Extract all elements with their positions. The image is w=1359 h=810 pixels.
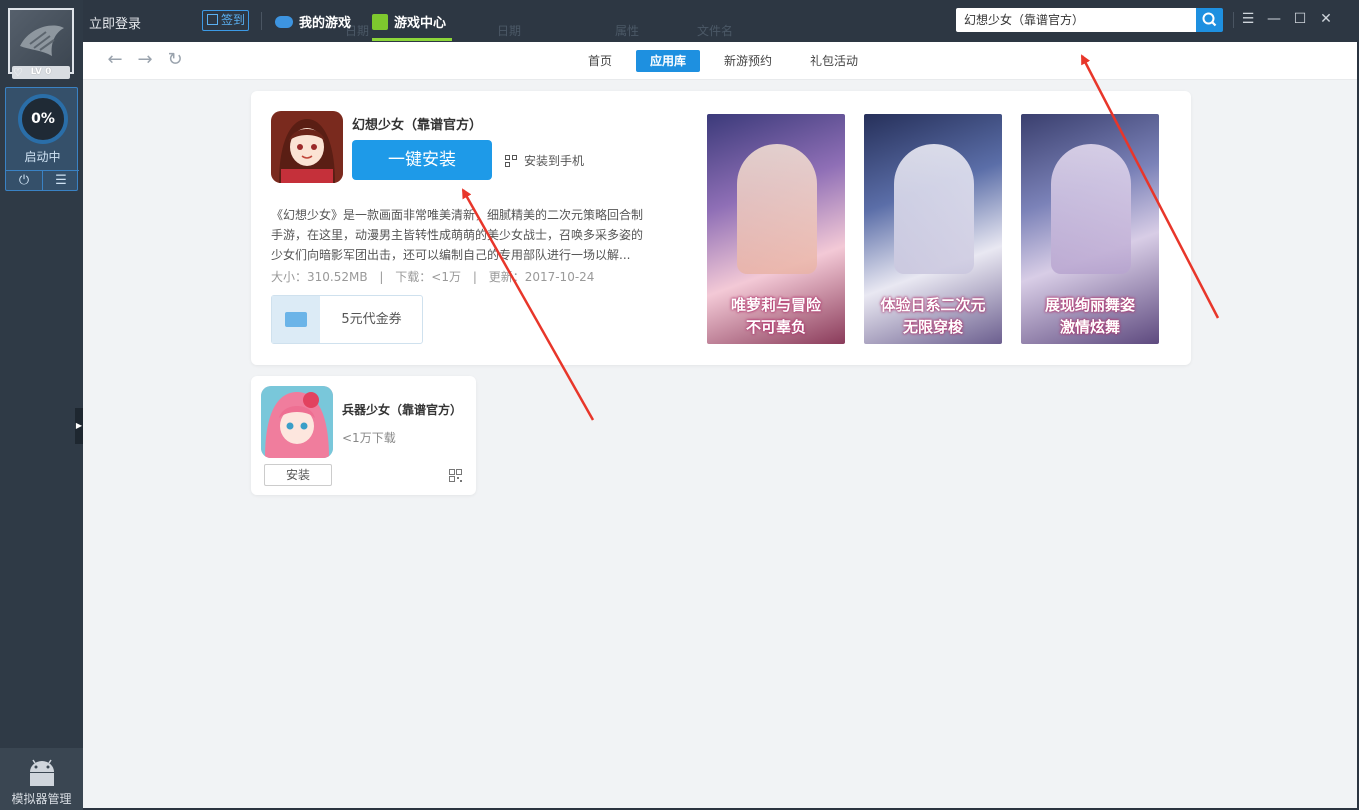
active-tab-indicator	[372, 38, 452, 41]
character-figure	[1051, 144, 1131, 274]
tab-home[interactable]: 首页	[574, 50, 626, 72]
content-area: ← → ↻ 首页 应用库 新游预约 礼包活动 幻想少女（靠谱官方） 一键安装 安…	[83, 42, 1357, 808]
nav-arrows: ← → ↻	[105, 51, 185, 71]
nav-tabs: 首页 应用库 新游预约 礼包活动	[574, 50, 872, 72]
app-description: 《幻想少女》是一款画面非常唯美清新，细腻精美的二次元策略回合制手游，在这里，动漫…	[271, 208, 644, 262]
login-link[interactable]: 立即登录	[89, 13, 141, 32]
divider	[1233, 12, 1234, 28]
app-icon[interactable]	[271, 111, 343, 183]
cube-icon	[372, 14, 388, 30]
related-app-downloads: <1万下载	[342, 431, 396, 445]
caption-line: 唯萝莉与冒险	[730, 296, 821, 314]
close-icon[interactable]: ✕	[1313, 10, 1339, 30]
screenshot-1[interactable]: 唯萝莉与冒险 不可辜负	[707, 114, 845, 344]
coupon-button[interactable]: 5元代金券	[271, 295, 423, 344]
tab-my-games-label: 我的游戏	[299, 16, 352, 31]
related-install-button[interactable]: 安装	[264, 464, 332, 486]
one-click-install-button[interactable]: 一键安装	[352, 140, 492, 180]
tab-gift-events[interactable]: 礼包活动	[796, 50, 872, 72]
related-app-icon[interactable]	[261, 386, 333, 458]
back-arrow-icon[interactable]: ←	[105, 51, 125, 71]
character-figure	[737, 144, 817, 274]
minimize-icon[interactable]: —	[1261, 10, 1287, 30]
avatar[interactable]	[8, 8, 74, 74]
boot-progress: 0%	[18, 94, 68, 144]
tab-game-center-label: 游戏中心	[394, 16, 447, 31]
qr-code-icon	[505, 155, 517, 167]
character-figure	[894, 144, 974, 274]
related-app-title: 兵器少女（靠谱官方）	[342, 403, 463, 417]
collapse-handle[interactable]: ▶	[75, 408, 83, 444]
pink-hair-girl-icon	[261, 386, 333, 458]
forward-arrow-icon[interactable]: →	[135, 51, 155, 71]
app-meta: 大小：310.52MB | 下载：<1万 | 更新：2017-10-24	[271, 270, 595, 284]
android-icon	[29, 759, 54, 786]
checkin-label: 签到	[221, 13, 246, 27]
background-text: 日期	[497, 24, 522, 38]
install-to-phone-label: 安装到手机	[524, 154, 585, 168]
app-downloads: 下载：<1万	[395, 270, 461, 284]
screenshot-3[interactable]: 展现绚丽舞姿 激情炫舞	[1021, 114, 1159, 344]
hamburger-menu-icon[interactable]: ☰	[1235, 10, 1261, 30]
checkin-button[interactable]: 签到	[202, 10, 249, 31]
install-to-phone-link[interactable]: 安装到手机	[505, 152, 584, 169]
left-sidebar: ♡ LV 0 0% 启动中 ⏻ ☰ ▶ 模拟器管理	[0, 0, 83, 810]
tab-game-center[interactable]: 游戏中心	[372, 0, 452, 42]
emulator-manage-button[interactable]: 模拟器管理	[0, 748, 83, 810]
screenshot-2[interactable]: 体验日系二次元 无限穿梭	[864, 114, 1002, 344]
calendar-check-icon	[207, 14, 218, 25]
caption-line: 激情炫舞	[1059, 318, 1120, 336]
screenshot-caption: 展现绚丽舞姿 激情炫舞	[1021, 294, 1159, 338]
nav-bar: ← → ↻ 首页 应用库 新游预约 礼包活动	[83, 42, 1357, 80]
level-badge: ♡ LV 0	[12, 66, 70, 79]
maximize-icon[interactable]: ☐	[1287, 10, 1313, 30]
tab-my-games[interactable]: 我的游戏	[275, 12, 351, 31]
ticket-icon	[272, 296, 320, 343]
search-icon	[1202, 12, 1217, 27]
menu-icon[interactable]: ☰	[43, 171, 79, 190]
fish-logo-icon	[20, 25, 64, 56]
refresh-icon[interactable]: ↻	[165, 51, 185, 71]
gamepad-icon	[275, 16, 293, 28]
coupon-label: 5元代金券	[341, 312, 402, 327]
related-app-card: 兵器少女（靠谱官方） <1万下载 安装	[251, 376, 476, 495]
app-title: 幻想少女（靠谱官方）	[352, 118, 483, 133]
caption-line: 体验日系二次元	[880, 296, 986, 314]
qr-code-icon[interactable]	[449, 469, 462, 482]
power-icon[interactable]: ⏻	[6, 171, 43, 190]
divider	[261, 12, 262, 30]
emulator-manage-label: 模拟器管理	[11, 792, 72, 806]
heart-icon: ♡	[13, 66, 23, 79]
app-updated: 更新：2017-10-24	[488, 270, 595, 284]
caption-line: 展现绚丽舞姿	[1044, 296, 1135, 314]
level-text: LV 0	[30, 67, 52, 77]
boot-status: 启动中	[24, 150, 61, 164]
tab-app-library[interactable]: 应用库	[636, 50, 701, 72]
search-button[interactable]	[1196, 8, 1223, 32]
top-bar: 立即登录 签到 日期 日期 属性 文件名 我的游戏 游戏中心 ☰ — ☐ ✕	[83, 0, 1359, 42]
caption-line: 无限穿梭	[902, 318, 963, 336]
background-text: 属性	[615, 24, 640, 38]
tab-new-game-reservation[interactable]: 新游预约	[710, 50, 786, 72]
screenshot-caption: 唯萝莉与冒险 不可辜负	[707, 294, 845, 338]
boot-controls: ⏻ ☰	[6, 170, 79, 190]
anime-girl-icon	[271, 111, 343, 183]
window-controls: ☰ — ☐ ✕	[1235, 10, 1339, 30]
caption-line: 不可辜负	[745, 318, 806, 336]
app-size: 大小：310.52MB	[271, 270, 368, 284]
background-text: 文件名	[697, 24, 734, 38]
app-detail-card: 幻想少女（靠谱官方） 一键安装 安装到手机 《幻想少女》是一款画面非常唯美清新，…	[251, 91, 1191, 365]
emulator-boot-panel: 0% 启动中 ⏻ ☰	[5, 87, 79, 191]
screenshot-caption: 体验日系二次元 无限穿梭	[864, 294, 1002, 338]
search-input[interactable]	[956, 8, 1196, 32]
